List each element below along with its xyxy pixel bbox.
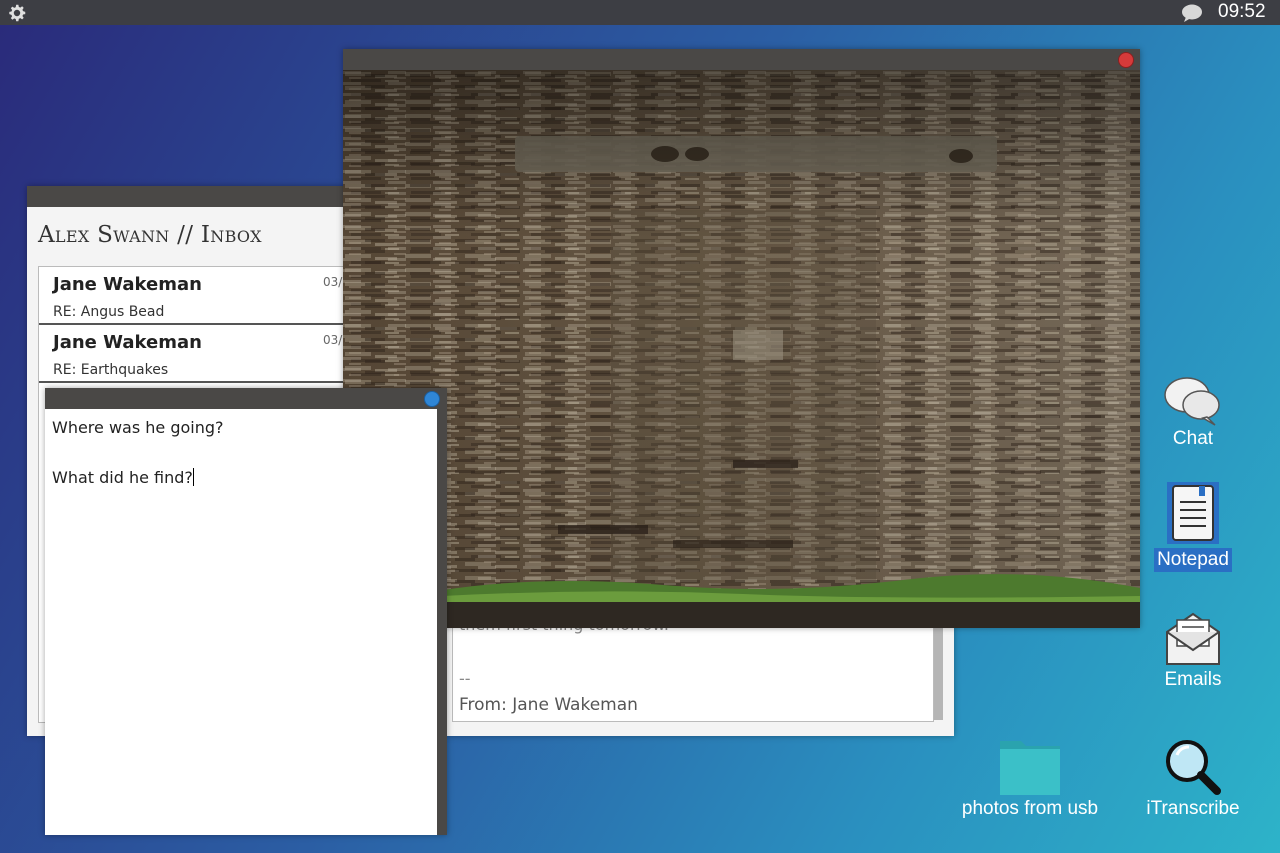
message-date: 03/	[323, 333, 343, 347]
text-caret	[192, 468, 194, 486]
desktop-icon-chat[interactable]: Chat	[1138, 375, 1248, 451]
desktop-icon-label: Chat	[1172, 428, 1214, 449]
message-date: 03/	[323, 275, 343, 289]
notepad-text-area[interactable]: Where was he going? What did he find?	[52, 415, 432, 490]
chat-icon	[1164, 377, 1220, 426]
message-item[interactable]: Jane Wakeman 03/ RE: Earthquakes	[39, 325, 359, 383]
notepad-line: What did he find?	[52, 468, 193, 487]
window-control-icon[interactable]	[424, 391, 440, 407]
viewer-titlebar[interactable]	[343, 49, 1140, 70]
image-viewer-window	[343, 49, 1140, 628]
message-sender: Jane Wakeman	[53, 274, 202, 295]
notepad-window: Where was he going? What did he find?	[45, 388, 447, 835]
magnifier-icon	[1166, 740, 1221, 795]
email-signature-separator: --	[459, 669, 471, 688]
desktop-icon-label: iTranscribe	[1146, 798, 1240, 819]
message-sender: Jane Wakeman	[53, 332, 202, 353]
desktop-icon-notepad[interactable]: Notepad	[1138, 482, 1248, 572]
notepad-icon	[1172, 485, 1214, 541]
folder-icon	[1000, 741, 1060, 795]
notepad-scrollbar[interactable]	[437, 409, 447, 835]
desktop-icon-emails[interactable]: Emails	[1138, 610, 1248, 692]
notepad-titlebar[interactable]	[45, 388, 447, 409]
inbox-titlebar[interactable]	[27, 186, 357, 207]
close-icon[interactable]	[1118, 52, 1134, 68]
gear-icon[interactable]	[6, 2, 28, 24]
desktop-icon-itranscribe[interactable]: iTranscribe	[1138, 737, 1248, 821]
chat-bubble-icon[interactable]	[1181, 3, 1203, 23]
desktop-icon-label: Emails	[1164, 669, 1222, 690]
message-subject: RE: Earthquakes	[53, 362, 169, 378]
notepad-icon-highlight	[1167, 482, 1219, 544]
message-subject: RE: Angus Bead	[53, 304, 165, 320]
clock: 09:52	[1218, 1, 1266, 22]
desktop-icon-label: photos from usb	[961, 798, 1099, 819]
notepad-line: Where was he going?	[52, 418, 224, 437]
envelope-icon	[1166, 612, 1220, 665]
message-item[interactable]: Jane Wakeman 03/ RE: Angus Bead	[39, 267, 359, 325]
top-bar: 09:52	[0, 0, 1280, 25]
inbox-title: Alex Swann // Inbox	[38, 222, 262, 248]
email-from-line: From: Jane Wakeman	[459, 695, 638, 715]
stone-wall-photo	[343, 70, 1140, 628]
desktop-icon-label: Notepad	[1154, 548, 1232, 572]
desktop-icon-photos-folder[interactable]: photos from usb	[955, 737, 1105, 821]
